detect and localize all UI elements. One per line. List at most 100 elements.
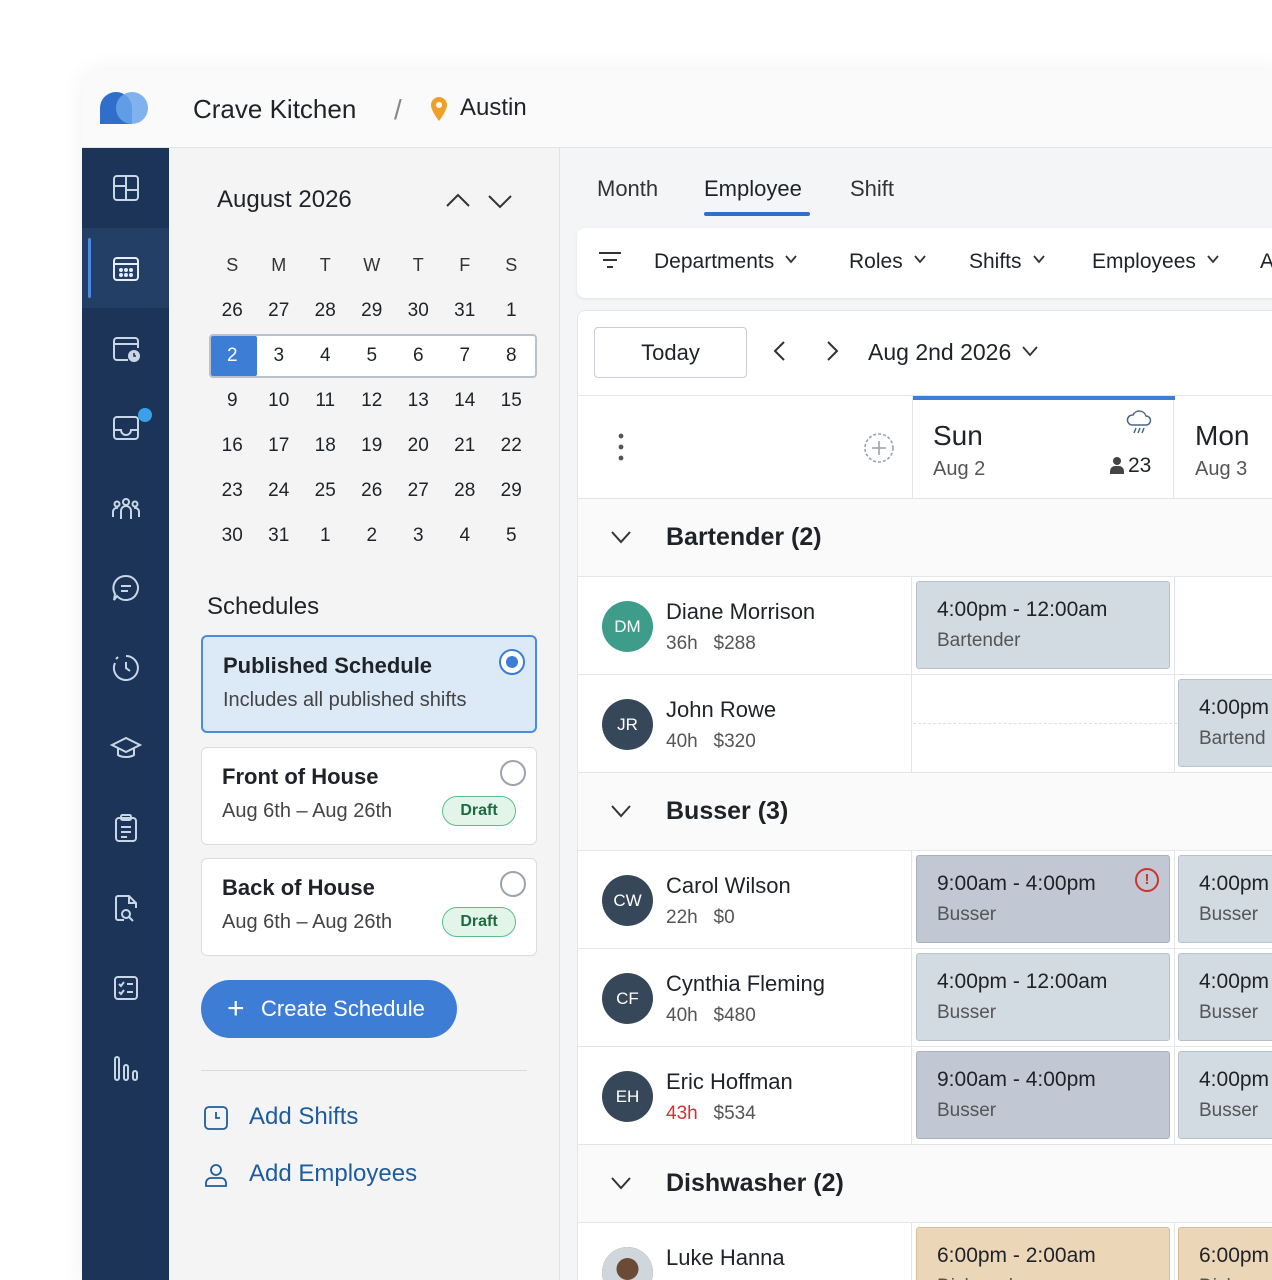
calendar-day[interactable]: 14 [442, 390, 489, 412]
tab-employee[interactable]: Employee [704, 176, 802, 202]
calendar-day[interactable]: 25 [302, 480, 349, 502]
rail-schedule[interactable] [82, 228, 169, 308]
calendar-day[interactable]: 27 [395, 480, 442, 502]
calendar-day[interactable]: 16 [209, 435, 256, 457]
calendar-day[interactable]: 9 [209, 390, 256, 412]
calendar-day[interactable]: 17 [256, 435, 303, 457]
calendar-day[interactable]: 13 [395, 390, 442, 412]
calendar-day[interactable]: 31 [256, 525, 303, 547]
shift-block[interactable]: 4:00pm Bartend [1178, 679, 1272, 767]
calendar-day[interactable]: 3 [256, 345, 303, 367]
calendar-day[interactable]: 30 [209, 525, 256, 547]
calendar-day[interactable]: 18 [302, 435, 349, 457]
chevron-up-icon[interactable] [443, 186, 473, 216]
add-shifts-link[interactable]: Add Shifts [249, 1103, 358, 1131]
add-circle-icon[interactable] [863, 432, 895, 464]
rail-reports[interactable] [82, 1028, 169, 1108]
calendar-day[interactable]: 26 [209, 300, 256, 322]
schedule-radio[interactable] [500, 871, 526, 897]
calendar-day[interactable]: 21 [442, 435, 489, 457]
calendar-day[interactable]: 28 [302, 300, 349, 322]
chevron-down-icon[interactable] [610, 529, 632, 545]
calendar-day[interactable]: 30 [395, 300, 442, 322]
schedule-radio-selected[interactable] [499, 649, 525, 675]
shift-block[interactable]: 4:00pm Busser [1178, 855, 1272, 943]
calendar-day[interactable]: 5 [349, 345, 396, 367]
shift-block[interactable]: 4:00pm Busser [1178, 953, 1272, 1041]
location-name[interactable]: Austin [460, 94, 527, 122]
calendar-day[interactable]: 7 [442, 345, 489, 367]
day-column-mon[interactable]: Mon Aug 3 [1174, 396, 1272, 500]
shift-block[interactable]: 6:00pm - 2:00am Dishwasher [916, 1227, 1170, 1280]
employee-info[interactable]: JR John Rowe 40h $320 [578, 675, 912, 773]
employee-info[interactable]: CF Cynthia Fleming 40h $480 [578, 949, 912, 1047]
shift-block[interactable]: 4:00pm - 12:00am Busser [916, 953, 1170, 1041]
chevron-down-icon[interactable] [610, 1175, 632, 1191]
tab-month[interactable]: Month [597, 176, 658, 202]
calendar-day[interactable]: 6 [395, 345, 442, 367]
rail-documents[interactable] [82, 868, 169, 948]
calendar-day[interactable]: 27 [256, 300, 303, 322]
calendar-day[interactable]: 8 [488, 345, 535, 367]
filter-departments[interactable]: Departments [654, 250, 798, 274]
rail-checklist[interactable] [82, 948, 169, 1028]
calendar-day[interactable]: 12 [349, 390, 396, 412]
calendar-day[interactable]: 5 [488, 525, 535, 547]
rail-clipboard[interactable] [82, 788, 169, 868]
employee-info[interactable]: Luke Hanna [578, 1223, 912, 1280]
calendar-day[interactable]: 1 [488, 300, 535, 322]
chevron-down-icon[interactable] [485, 186, 515, 216]
calendar-day[interactable]: 11 [302, 390, 349, 412]
chevron-right-icon[interactable] [822, 339, 842, 363]
calendar-day[interactable]: 20 [395, 435, 442, 457]
calendar-day[interactable]: 3 [395, 525, 442, 547]
calendar-day[interactable]: 23 [209, 480, 256, 502]
filter-roles[interactable]: Roles [849, 250, 927, 274]
rail-training[interactable] [82, 708, 169, 788]
employee-info[interactable]: DM Diane Morrison 36h $288 [578, 577, 912, 675]
calendar-day[interactable]: 4 [302, 345, 349, 367]
create-schedule-button[interactable]: + Create Schedule [201, 980, 457, 1038]
calendar-day[interactable]: 10 [256, 390, 303, 412]
more-vertical-icon[interactable] [616, 432, 626, 462]
company-name[interactable]: Crave Kitchen [193, 94, 356, 125]
filter-lines-icon[interactable] [597, 250, 623, 270]
calendar-day[interactable]: 19 [349, 435, 396, 457]
shift-block[interactable]: 4:00pm Busser [1178, 1051, 1272, 1139]
calendar-day[interactable]: 2 [349, 525, 396, 547]
schedule-card-published[interactable]: Published Schedule Includes all publishe… [201, 635, 537, 733]
filter-shifts[interactable]: Shifts [969, 250, 1046, 274]
calendar-day[interactable]: 29 [349, 300, 396, 322]
day-column-sun[interactable]: Sun Aug 2 23 [912, 396, 1175, 500]
today-button[interactable]: Today [594, 327, 747, 378]
calendar-day[interactable]: 29 [488, 480, 535, 502]
add-employees-link[interactable]: Add Employees [249, 1160, 417, 1188]
shift-block[interactable]: 6:00pm Dishwa [1178, 1227, 1272, 1280]
date-selector[interactable]: Aug 2nd 2026 [868, 339, 1039, 366]
filter-employees[interactable]: Employees [1092, 250, 1220, 274]
chevron-left-icon[interactable] [770, 339, 790, 363]
calendar-day[interactable]: 4 [442, 525, 489, 547]
role-group-header[interactable]: Bartender (2) [578, 499, 1272, 577]
calendar-day[interactable]: 15 [488, 390, 535, 412]
chevron-down-icon[interactable] [610, 803, 632, 819]
shift-block[interactable]: 9:00am - 4:00pm Busser [916, 1051, 1170, 1139]
rail-time-off[interactable] [82, 308, 169, 388]
employee-info[interactable]: CW Carol Wilson 22h $0 [578, 851, 912, 949]
calendar-day[interactable]: 22 [488, 435, 535, 457]
rail-timeclock[interactable] [82, 628, 169, 708]
calendar-day[interactable]: 26 [349, 480, 396, 502]
shift-block[interactable]: 9:00am - 4:00pm Busser! [916, 855, 1170, 943]
calendar-day[interactable]: 24 [256, 480, 303, 502]
schedule-card-front-of-house[interactable]: Front of House Aug 6th – Aug 26th Draft [201, 747, 537, 845]
filter-truncated[interactable]: A [1260, 250, 1272, 274]
schedule-card-back-of-house[interactable]: Back of House Aug 6th – Aug 26th Draft [201, 858, 537, 956]
calendar-day[interactable]: 2 [209, 345, 256, 367]
calendar-day[interactable]: 28 [442, 480, 489, 502]
rail-inbox[interactable] [82, 388, 169, 468]
rail-chat[interactable] [82, 548, 169, 628]
role-group-header[interactable]: Busser (3) [578, 773, 1272, 851]
calendar-day[interactable]: 31 [442, 300, 489, 322]
app-logo-icon[interactable] [98, 90, 152, 126]
schedule-radio[interactable] [500, 760, 526, 786]
